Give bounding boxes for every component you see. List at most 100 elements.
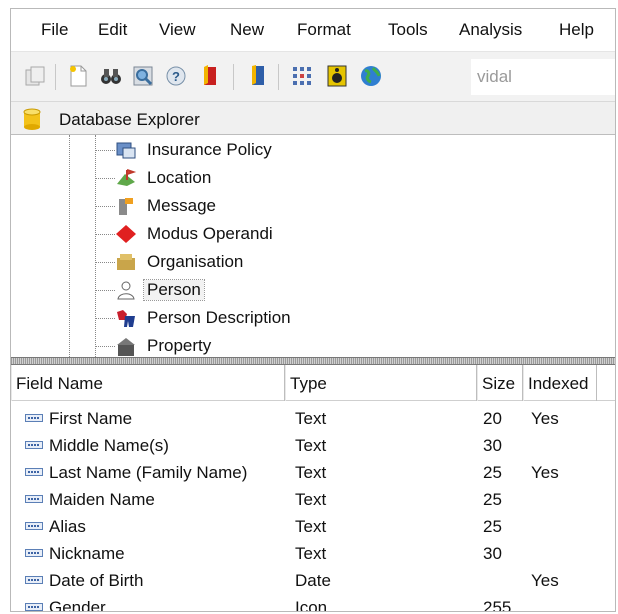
tree-item-label: Location: [147, 168, 212, 187]
field-type-cell: Text: [295, 517, 327, 536]
field-name-cell: First Name: [49, 409, 133, 428]
tree-item-location[interactable]: Location: [95, 165, 355, 191]
menu-view[interactable]: View: [159, 20, 196, 40]
table-row[interactable]: Date of Birth Date Yes: [11, 567, 615, 594]
text-field-icon: [25, 441, 43, 449]
field-size-cell: 30: [483, 436, 502, 455]
tree-item-property[interactable]: Property: [95, 333, 355, 357]
explorer-title: Database Explorer: [59, 110, 200, 129]
menu-file[interactable]: File: [41, 20, 68, 40]
organisation-icon: [117, 254, 135, 270]
tree-item-label: Message: [147, 196, 216, 215]
person-icon: [117, 281, 135, 300]
table-header: Field Name Type Size Indexed: [11, 365, 615, 401]
field-type-cell: Text: [295, 463, 327, 482]
field-name-cell: Maiden Name: [49, 490, 155, 509]
clothing-icon: [117, 310, 135, 327]
binoculars-icon[interactable]: [99, 64, 123, 88]
field-size-cell: 25: [483, 463, 502, 482]
column-header-type[interactable]: Type: [285, 365, 477, 401]
copy-icon[interactable]: [23, 64, 47, 88]
field-type-cell: Icon: [295, 598, 328, 612]
tree-item-label: Modus Operandi: [147, 224, 273, 243]
menu-new[interactable]: New: [230, 20, 264, 40]
red-book-icon[interactable]: [198, 64, 222, 88]
table-row[interactable]: Alias Text 25: [11, 513, 615, 540]
field-name-cell: Date of Birth: [49, 571, 144, 590]
field-size-cell: 25: [483, 490, 502, 509]
field-indexed-cell: Yes: [531, 571, 559, 590]
menu-help[interactable]: Help: [559, 20, 594, 40]
database-explorer-header: Database Explorer: [11, 101, 615, 135]
field-type-cell: Text: [295, 409, 327, 428]
menu-analysis[interactable]: Analysis: [459, 20, 522, 40]
table-row[interactable]: Last Name (Family Name) Text 25 Yes: [11, 459, 615, 486]
tree-item-label: Person: [143, 279, 205, 301]
field-indexed-cell: Yes: [531, 463, 559, 482]
fields-table: Field Name Type Size Indexed First Name …: [11, 365, 615, 612]
entity-tree: Insurance Policy Location Message Modus …: [11, 135, 615, 357]
text-field-icon: [25, 603, 43, 611]
field-name-cell: Alias: [49, 517, 86, 536]
table-row[interactable]: Maiden Name Text 25: [11, 486, 615, 513]
tree-item-person[interactable]: Person: [95, 277, 355, 303]
insurance-policy-icon: [116, 142, 136, 159]
text-field-icon: [25, 468, 43, 476]
diamond-icon: [116, 225, 136, 243]
toolbar-separator: [278, 64, 279, 90]
tree-guide-line: [69, 135, 70, 357]
field-size-cell: 20: [483, 409, 502, 428]
query-icon[interactable]: [131, 64, 155, 88]
menu-tools[interactable]: Tools: [388, 20, 428, 40]
table-row[interactable]: Nickname Text 30: [11, 540, 615, 567]
pane-splitter[interactable]: [11, 357, 615, 365]
toolbar-separator: [55, 64, 56, 90]
field-type-cell: Text: [295, 490, 327, 509]
tree-item-organisation[interactable]: Organisation: [95, 249, 355, 275]
tree-item-modus-operandi[interactable]: Modus Operandi: [95, 221, 355, 247]
blue-book-icon[interactable]: [245, 64, 269, 88]
column-header-size[interactable]: Size: [477, 365, 523, 401]
text-field-icon: [25, 549, 43, 557]
field-size-cell: 255: [483, 598, 512, 612]
tree-item-insurance-policy[interactable]: Insurance Policy: [95, 137, 355, 163]
field-type-cell: Text: [295, 436, 327, 455]
speaker-icon[interactable]: [325, 64, 349, 88]
text-field-icon: [25, 522, 43, 530]
location-icon: [117, 169, 137, 186]
text-field-icon: [25, 495, 43, 503]
column-header-field-name[interactable]: Field Name: [11, 365, 285, 401]
search-input[interactable]: [471, 59, 615, 95]
new-document-icon[interactable]: [66, 64, 90, 88]
tree-item-person-description[interactable]: Person Description: [95, 305, 355, 331]
menu-format[interactable]: Format: [297, 20, 351, 40]
table-row[interactable]: Gender Icon 255: [11, 594, 615, 612]
tree-item-label: Insurance Policy: [147, 140, 272, 159]
table-row[interactable]: First Name Text 20 Yes: [11, 405, 615, 432]
field-name-cell: Gender: [49, 598, 106, 612]
database-icon: [23, 108, 41, 130]
text-field-icon: [25, 414, 43, 422]
menu-edit[interactable]: Edit: [98, 20, 127, 40]
toolbar: ?: [11, 51, 615, 101]
field-name-cell: Last Name (Family Name): [49, 463, 248, 482]
message-icon: [119, 198, 133, 215]
column-header-indexed[interactable]: Indexed: [523, 365, 597, 401]
grid-dots-icon[interactable]: [290, 64, 314, 88]
field-name-cell: Nickname: [49, 544, 125, 563]
table-row[interactable]: Middle Name(s) Text 30: [11, 432, 615, 459]
menu-bar: File Edit View New Format Tools Analysis…: [11, 9, 615, 49]
toolbar-separator: [233, 64, 234, 90]
globe-icon[interactable]: [359, 64, 383, 88]
tree-item-label: Property: [147, 336, 212, 355]
help-query-icon[interactable]: ?: [164, 64, 188, 88]
field-indexed-cell: Yes: [531, 409, 559, 428]
application-window: File Edit View New Format Tools Analysis…: [10, 8, 616, 612]
tree-item-label: Person Description: [147, 308, 291, 327]
property-icon: [117, 338, 135, 356]
text-field-icon: [25, 576, 43, 584]
tree-item-message[interactable]: Message: [95, 193, 355, 219]
field-type-cell: Date: [295, 571, 331, 590]
field-size-cell: 25: [483, 517, 502, 536]
field-size-cell: 30: [483, 544, 502, 563]
